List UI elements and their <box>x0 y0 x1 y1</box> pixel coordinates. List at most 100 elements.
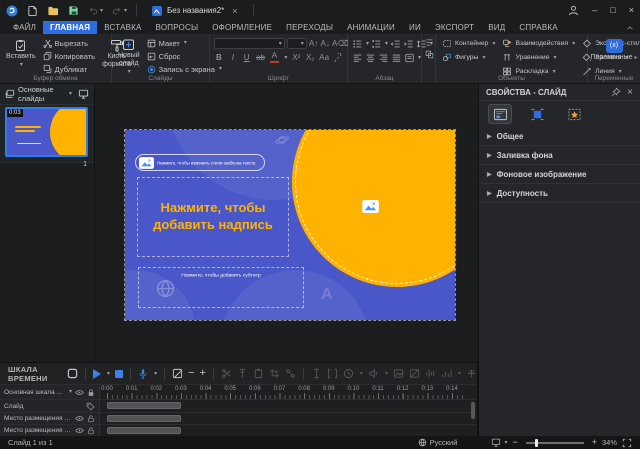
view-mode-dropdown[interactable]: ▾ <box>504 440 507 446</box>
clear-format-icon[interactable]: A⌫ <box>332 40 343 48</box>
variables-dropdown[interactable]: ▸ <box>635 55 638 61</box>
trim-start-icon[interactable] <box>311 368 322 379</box>
align-justify-icon[interactable] <box>391 52 402 63</box>
group-clips-icon[interactable] <box>285 368 296 379</box>
container-button[interactable]: Контейнер▾ <box>440 37 497 50</box>
zoom-slider-handle[interactable] <box>535 439 538 447</box>
title-placeholder[interactable]: Нажмите, чтобы добавить надпись <box>137 177 289 257</box>
change-case-button[interactable]: Аа <box>319 54 329 62</box>
decrease-font-icon[interactable]: A↓ <box>320 40 330 48</box>
transition-icon[interactable] <box>466 368 477 379</box>
open-file-button[interactable] <box>47 5 59 16</box>
slide-clip[interactable] <box>107 402 181 409</box>
font-color-button[interactable]: А <box>270 52 280 63</box>
undo-dropdown[interactable]: ▾ <box>100 8 103 14</box>
strikethrough-button[interactable]: ab <box>256 54 266 62</box>
add-marker-icon[interactable] <box>237 368 248 379</box>
language-selector[interactable]: Русский <box>418 438 458 447</box>
copy-button[interactable]: Копировать <box>41 50 97 62</box>
font-family-select[interactable]: ▾ <box>214 38 285 49</box>
eye-icon[interactable] <box>75 389 84 396</box>
text-box-align-icon[interactable] <box>404 52 415 63</box>
menu-tab-export[interactable]: ЭКСПОРТ <box>428 21 481 34</box>
menu-tab-help[interactable]: СПРАВКА <box>512 21 564 34</box>
document-tab[interactable]: Без названия2* × <box>146 0 244 21</box>
paste-button[interactable]: Вставить ▾ <box>4 37 38 68</box>
numbered-list-icon[interactable] <box>371 38 382 49</box>
zoom-out-button[interactable]: − <box>512 438 517 447</box>
view-mode-selector[interactable]: ▾ <box>491 438 507 447</box>
section-general[interactable]: ▶Общее <box>479 127 640 146</box>
slides-panel-title[interactable]: Основные слайды <box>18 85 65 103</box>
redo-button[interactable]: ▾ <box>112 6 127 16</box>
slide[interactable]: Нажмите, чтобы изменить стили шаблона те… <box>125 130 455 320</box>
variables-button[interactable]: (x) Переменные▸ <box>589 37 640 62</box>
interactions-button[interactable]: Взаимодействия▾ <box>500 37 577 50</box>
menu-tab-file[interactable]: ФАЙЛ <box>6 21 43 34</box>
collapse-ribbon-icon[interactable] <box>626 21 634 34</box>
zoom-slider[interactable] <box>526 442 584 444</box>
tab-animation-properties[interactable] <box>563 105 585 123</box>
zoom-in-button[interactable]: + <box>592 438 597 447</box>
levels-icon[interactable] <box>441 368 452 379</box>
cut-button[interactable]: Вырезать <box>41 37 97 49</box>
align-left-icon[interactable] <box>352 52 363 63</box>
slash-square-icon[interactable] <box>172 368 183 379</box>
tag-icon[interactable] <box>86 402 95 411</box>
duplicate-button[interactable]: Дубликат <box>41 63 97 75</box>
split-clip-icon[interactable] <box>221 368 232 379</box>
menu-tab-insert[interactable]: ВСТАВКА <box>97 21 148 34</box>
presentation-mode-icon[interactable] <box>78 89 89 99</box>
underline-button[interactable]: U <box>242 54 252 62</box>
unlock-icon[interactable] <box>87 426 95 435</box>
account-icon[interactable] <box>568 5 579 16</box>
bullet-list-icon[interactable] <box>352 38 363 49</box>
menu-tab-questions[interactable]: ВОПРОСЫ <box>149 21 206 34</box>
text-direction-icon[interactable] <box>423 37 435 48</box>
timeline-zoom-out-button[interactable]: − <box>188 368 194 379</box>
trim-end-icon[interactable] <box>327 368 338 379</box>
pin-panel-icon[interactable] <box>611 87 621 97</box>
increase-font-icon[interactable]: A↑ <box>309 40 319 48</box>
equation-button[interactable]: Уравнение▾ <box>500 51 577 64</box>
superscript-button[interactable]: X² <box>291 54 301 62</box>
volume-icon[interactable] <box>368 368 379 379</box>
minimize-button[interactable]: – <box>592 6 597 15</box>
fit-to-window-icon[interactable] <box>622 438 632 448</box>
menu-tab-transitions[interactable]: ПЕРЕХОДЫ <box>279 21 340 34</box>
stop-button[interactable] <box>115 370 123 378</box>
timeline-scrollbar[interactable] <box>471 402 475 419</box>
paste-dropdown[interactable]: ▾ <box>20 62 23 68</box>
preview-frame-icon[interactable] <box>67 368 78 379</box>
lock-icon[interactable] <box>87 388 95 397</box>
track-text-placeholder[interactable]: Место размещения те... <box>0 413 99 425</box>
increase-indent-icon[interactable] <box>403 38 414 49</box>
paste-clip-icon[interactable] <box>253 368 264 379</box>
section-background-fill[interactable]: ▶Заливка фона <box>479 146 640 165</box>
track-dropdown[interactable]: ▾ <box>69 389 72 395</box>
shapes-button[interactable]: Фигуры▾ <box>440 51 497 64</box>
timeline-zoom-in-button[interactable]: + <box>200 368 206 379</box>
link-icon[interactable] <box>333 53 343 62</box>
subscript-button[interactable]: X₂ <box>305 54 315 62</box>
waveform-icon[interactable] <box>425 368 436 379</box>
menu-tab-home[interactable]: ГЛАВНАЯ <box>43 21 97 34</box>
merge-shapes-icon[interactable] <box>423 49 435 60</box>
bold-button[interactable]: B <box>214 54 224 62</box>
timeline-ruler[interactable]: 0:00 0:01 0:02 0:03 0:04 0:05 0:06 0:07 … <box>100 385 477 400</box>
image-off-icon[interactable] <box>409 368 420 379</box>
decrease-indent-icon[interactable] <box>390 38 401 49</box>
record-voice-icon[interactable] <box>138 368 148 380</box>
font-color-dropdown[interactable]: ▾ <box>284 55 287 61</box>
crop-icon[interactable] <box>269 368 280 379</box>
play-dropdown[interactable]: ▾ <box>107 371 110 377</box>
track-slide[interactable]: Слайд <box>0 400 99 413</box>
italic-button[interactable]: I <box>228 54 238 62</box>
track-main-scale[interactable]: Основная шкала ... ▾ <box>0 385 99 400</box>
align-center-icon[interactable] <box>365 52 376 63</box>
slide-canvas[interactable]: Нажмите, чтобы изменить стили шаблона те… <box>95 84 478 362</box>
undo-button[interactable]: ▾ <box>88 6 103 16</box>
slides-panel-dropdown[interactable]: ▾ <box>69 91 72 97</box>
duration-icon[interactable] <box>343 368 354 379</box>
template-style-hint[interactable]: Нажмите, чтобы изменить стили шаблона те… <box>135 154 265 171</box>
